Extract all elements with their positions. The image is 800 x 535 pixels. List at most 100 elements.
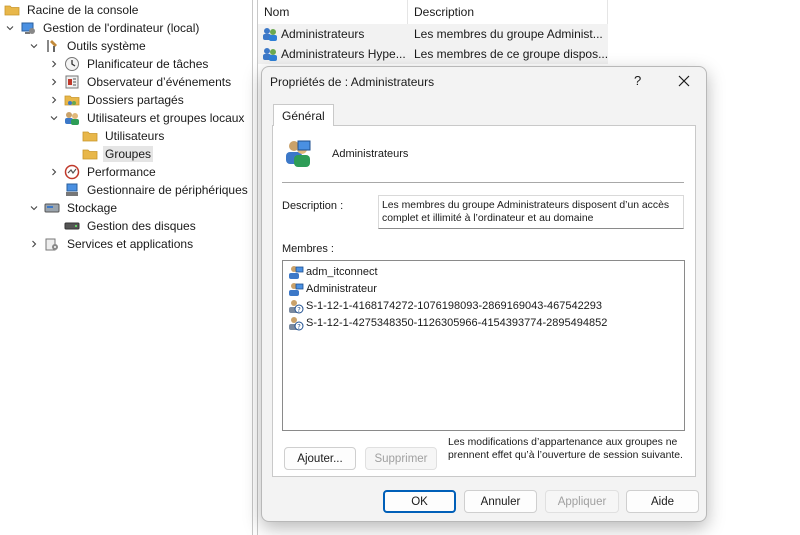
member-item[interactable]: ? S-1-12-1-4275348350-1126305966-4154393… [283,314,684,331]
tree-item[interactable]: Services et applications [28,235,195,253]
tree-item[interactable]: Stockage [28,199,119,217]
svg-text:?: ? [297,323,301,331]
chevron-right-icon [52,168,57,176]
close-button[interactable] [676,73,692,89]
tree-item[interactable]: Planificateur de tâches [48,55,210,73]
list-row-name: Administrateurs Hype... [281,47,406,61]
members-list[interactable]: adm_itconnect Administrateur ? S-1-12-1-… [282,260,685,431]
tab-general[interactable]: Général [273,104,334,126]
tree-item[interactable]: Observateur d’événements [48,73,233,91]
tree-item-label: Dossiers partagés [87,93,184,107]
collapse-toggle[interactable] [48,94,60,106]
event-viewer-icon [64,74,80,90]
member-item[interactable]: ? S-1-12-1-4168174272-1076198093-2869169… [283,297,684,314]
column-header-name[interactable]: Nom [258,0,408,24]
group-large-icon [282,137,314,169]
tree-item-label: Planificateur de tâches [87,57,209,71]
member-item[interactable]: adm_itconnect [283,263,684,280]
chevron-down-icon [6,26,14,31]
tree-item[interactable]: Utilisateurs et groupes locaux [48,109,246,127]
tree-item[interactable]: Gestion de l'ordinateur (local) [4,19,201,37]
list-row-description: Les membres du groupe Administ... [414,27,603,41]
user-icon [288,264,304,280]
tree-item[interactable]: Gestionnaire de périphériques [48,181,250,199]
add-member-button[interactable]: Ajouter... [284,447,356,470]
tree-item-label: Observateur d’événements [87,75,232,89]
chevron-down-icon [30,206,38,211]
device-manager-icon [64,182,80,198]
list-row-description: Les membres de ce groupe dispos... [414,47,608,61]
list-row-administrateurs-hyperv[interactable]: Administrateurs Hype... Les membres de c… [258,44,608,64]
column-header-description[interactable]: Description [408,0,608,24]
chevron-down-icon [30,44,38,49]
tree-item-label: Gestionnaire de périphériques [87,183,248,197]
tree-item-label: Gestion des disques [87,219,196,233]
description-field[interactable]: Les membres du groupe Administrateurs di… [378,195,684,229]
expand-toggle[interactable] [4,22,16,34]
folder-icon [4,2,20,18]
folder-icon [82,128,98,144]
tree-item[interactable]: Groupes [66,145,154,163]
chevron-right-icon [32,240,37,248]
tree-item-label: Gestion de l'ordinateur (local) [43,21,200,35]
list-row-administrateurs[interactable]: Administrateurs Les membres du groupe Ad… [258,24,608,44]
group-icon [262,46,278,62]
ok-button[interactable]: OK [383,490,456,513]
dialog-title: Propriétés de : Administrateurs [270,75,435,89]
collapse-toggle[interactable] [48,166,60,178]
help-title-button[interactable]: ? [634,73,641,88]
tree-item[interactable]: Dossiers partagés [48,91,186,109]
list-row-name: Administrateurs [281,27,365,41]
tree-item[interactable]: Racine de la console [4,1,140,19]
chevron-right-icon [52,78,57,86]
member-name: adm_itconnect [306,265,378,278]
separator [282,182,684,183]
group-properties-dialog: Propriétés de : Administrateurs ? Généra… [261,66,707,522]
expand-toggle[interactable] [48,112,60,124]
tree-item-label: Outils système [67,39,146,53]
tools-icon [44,38,60,54]
chevron-right-icon [52,60,57,68]
membership-note: Les modifications d’appartenance aux gro… [448,437,683,461]
tree-item[interactable]: Utilisateurs [66,127,166,145]
computer-management-icon [20,20,36,36]
close-icon [678,75,690,87]
collapse-toggle[interactable] [28,238,40,250]
collapse-toggle[interactable] [48,76,60,88]
chevron-right-icon [52,96,57,104]
help-button[interactable]: Aide [626,490,699,513]
unknown-user-icon: ? [288,315,304,331]
users-groups-icon [64,110,80,126]
description-label: Description : [282,200,344,212]
tree-item-label: Groupes [103,146,154,162]
tree-item-label: Services et applications [67,237,194,251]
performance-icon [64,164,80,180]
unknown-user-icon: ? [288,298,304,314]
tree-item-label: Utilisateurs et groupes locaux [87,111,245,125]
group-name: Administrateurs [332,148,409,160]
expand-toggle[interactable] [28,202,40,214]
member-name: S-1-12-1-4168174272-1076198093-286916904… [306,299,603,312]
services-icon [44,236,60,252]
shared-folder-icon [64,92,80,108]
svg-text:?: ? [297,306,301,314]
tree-item[interactable]: Performance [48,163,158,181]
member-item[interactable]: Administrateur [283,280,684,297]
cancel-button[interactable]: Annuler [464,490,537,513]
member-name: S-1-12-1-4275348350-1126305966-415439377… [306,316,608,329]
folder-icon [82,146,98,162]
apply-button[interactable]: Appliquer [545,490,619,513]
expand-toggle[interactable] [28,40,40,52]
collapse-toggle[interactable] [48,58,60,70]
disk-icon [64,218,80,234]
tree-item[interactable]: Gestion des disques [48,217,198,235]
tree-item-label: Utilisateurs [105,129,165,143]
tree-item[interactable]: Outils système [28,37,148,55]
remove-member-button[interactable]: Supprimer [365,447,437,470]
tree-item-label: Stockage [67,201,118,215]
list-header: Nom Description [258,0,608,24]
